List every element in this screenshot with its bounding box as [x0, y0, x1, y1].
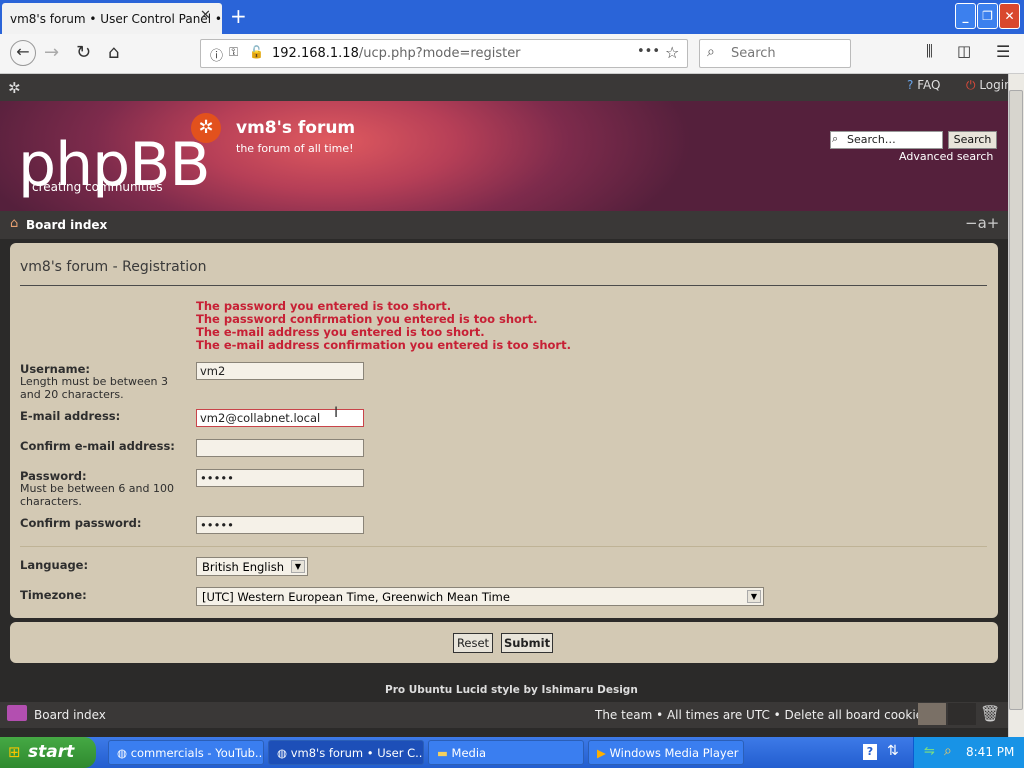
close-window-icon[interactable]: ✕	[999, 3, 1020, 29]
media-player-icon: ▶	[597, 746, 606, 760]
home-icon: ⌂	[10, 216, 19, 231]
browser-search-placeholder: Search	[731, 46, 776, 61]
style-swatch-light[interactable]	[918, 703, 946, 725]
advanced-search-link[interactable]: Advanced search	[899, 150, 993, 163]
site-description: the forum of all time!	[236, 142, 354, 155]
breadcrumb-bar	[0, 211, 1008, 239]
confirm-email-label: Confirm e-mail address:	[20, 439, 175, 453]
ubuntu-logo-icon: ✲	[191, 113, 221, 143]
registration-panel	[10, 243, 998, 618]
windows-logo-icon: ⊞	[8, 743, 21, 761]
search-tray-icon[interactable]: ⌕	[944, 743, 952, 759]
username-hint: Length must be between 3 and 20 characte…	[20, 375, 168, 401]
forum-search-input[interactable]: Search…	[830, 131, 943, 149]
faq-link[interactable]: ? FAQ	[907, 78, 940, 92]
chevron-down-icon[interactable]: ▼	[747, 590, 761, 603]
insecure-lock-icon[interactable]: 🔓	[249, 45, 264, 59]
style-swatch-dark[interactable]	[948, 703, 976, 725]
error-message: The e-mail address you entered is too sh…	[196, 325, 485, 339]
url-text[interactable]: 192.168.1.18/ucp.php?mode=register	[272, 46, 521, 61]
chevron-down-icon[interactable]: ▼	[291, 560, 305, 573]
title-divider	[20, 285, 987, 286]
footer-links[interactable]: The team • All times are UTC • Delete al…	[595, 708, 929, 722]
font-size-change-icon[interactable]: −a+	[965, 214, 999, 232]
email-label: E-mail address:	[20, 409, 121, 423]
ubuntu-small-icon[interactable]: ✲	[8, 79, 21, 97]
search-icon: ⌕	[707, 44, 715, 60]
firefox-icon: ◍	[277, 746, 288, 760]
sidebar-icon[interactable]: ◫	[957, 42, 971, 60]
library-icon[interactable]: ⫼	[926, 42, 933, 60]
clock: 8:41 PM	[966, 745, 1015, 759]
home-icon[interactable]: ⌂	[108, 42, 119, 63]
confirm-password-label: Confirm password:	[20, 516, 142, 530]
username-label: Username:	[20, 362, 90, 376]
confirm-password-field[interactable]: •••••	[196, 516, 364, 534]
text-cursor-icon: I	[334, 405, 339, 421]
key-icon[interactable]: ⚿	[229, 45, 238, 60]
trash-icon[interactable]: 🗑	[980, 704, 1000, 723]
language-label: Language:	[20, 558, 89, 572]
forward-icon[interactable]: →	[44, 42, 59, 63]
network-icon[interactable]: ⇋	[924, 744, 935, 759]
tab-title: vm8's forum • User Control Panel • Reg	[10, 12, 222, 26]
forum-search-button[interactable]: Search	[948, 131, 997, 149]
password-field[interactable]: •••••	[196, 469, 364, 487]
taskbar-item-youtube[interactable]: ◍ commercials - YouTub...	[108, 740, 264, 765]
page-title: vm8's forum - Registration	[20, 259, 207, 275]
username-field[interactable]: vm2	[196, 362, 364, 380]
site-name: vm8's forum	[236, 118, 356, 138]
browser-tab[interactable]: vm8's forum • User Control Panel • Reg	[2, 3, 222, 34]
submit-button[interactable]: Submit	[501, 633, 553, 653]
confirm-email-field[interactable]	[196, 439, 364, 457]
minimize-icon[interactable]: _	[955, 3, 976, 29]
firefox-icon: ◍	[117, 746, 128, 760]
board-index-icon	[7, 705, 27, 721]
breadcrumb-board-index[interactable]: Board index	[26, 218, 107, 232]
power-icon: ⏻	[966, 78, 976, 92]
logo-tagline: creating communities	[32, 180, 163, 194]
taskbar-item-forum[interactable]: ◍ vm8's forum • User C...	[268, 740, 424, 765]
reset-button[interactable]: Reset	[453, 633, 493, 653]
language-select[interactable]: British English ▼	[196, 557, 308, 576]
timezone-label: Timezone:	[20, 588, 87, 602]
new-tab-button[interactable]: +	[230, 4, 247, 28]
page-actions-icon[interactable]: •••	[637, 44, 660, 59]
reload-icon[interactable]: ↻	[76, 42, 91, 63]
error-message: The password you entered is too short.	[196, 299, 452, 313]
tray-arrow-icon[interactable]: ⇅	[887, 743, 899, 759]
maximize-icon[interactable]: ❐	[977, 3, 998, 29]
style-credit[interactable]: Pro Ubuntu Lucid style by Ishimaru Desig…	[385, 684, 638, 696]
info-icon[interactable]: ⓘ	[210, 45, 223, 64]
search-icon: ⌕	[832, 132, 839, 145]
email-field[interactable]: vm2@collabnet.local	[196, 409, 364, 427]
section-divider	[20, 546, 987, 547]
forum-top-strip	[0, 74, 1008, 101]
taskbar-item-media-player[interactable]: ▶ Windows Media Player	[588, 740, 744, 765]
folder-icon: ▬	[437, 746, 448, 760]
scrollbar-thumb[interactable]	[1009, 90, 1023, 710]
password-label: Password:	[20, 469, 87, 483]
timezone-select[interactable]: [UTC] Western European Time, Greenwich M…	[196, 587, 764, 606]
close-tab-icon[interactable]: ✕	[200, 8, 211, 23]
bookmark-star-icon[interactable]: ☆	[665, 43, 679, 62]
password-hint: Must be between 6 and 100 characters.	[20, 482, 174, 508]
footer-board-index[interactable]: Board index	[34, 708, 106, 722]
taskbar-item-media[interactable]: ▬ Media	[428, 740, 584, 765]
login-link[interactable]: ⏻ Login	[966, 78, 1012, 93]
help-icon[interactable]: ?	[863, 744, 877, 760]
error-message: The e-mail address confirmation you ente…	[196, 338, 571, 352]
back-icon[interactable]: ←	[10, 40, 36, 66]
menu-icon[interactable]: ☰	[996, 42, 1010, 61]
help-icon: ?	[907, 78, 914, 92]
error-message: The password confirmation you entered is…	[196, 312, 538, 326]
